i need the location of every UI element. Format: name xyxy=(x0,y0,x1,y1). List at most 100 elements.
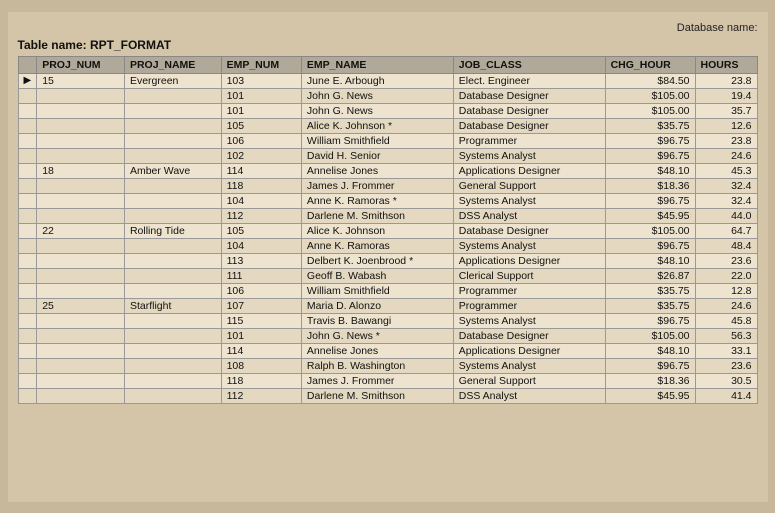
table-row: 113Delbert K. Joenbrood *Applications De… xyxy=(18,253,757,268)
emp-num-cell: 112 xyxy=(221,208,301,223)
emp-num-cell: 115 xyxy=(221,313,301,328)
emp-name-cell: Alice K. Johnson * xyxy=(301,118,453,133)
emp-name-cell: William Smithfield xyxy=(301,133,453,148)
chg-hour-header: CHG_HOUR xyxy=(605,56,695,73)
table-row: 105Alice K. Johnson *Database Designer$3… xyxy=(18,118,757,133)
job-class-cell: Database Designer xyxy=(453,88,605,103)
arrow-cell xyxy=(18,268,37,283)
hours-cell: 44.0 xyxy=(695,208,757,223)
table-row: 22Rolling Tide105Alice K. JohnsonDatabas… xyxy=(18,223,757,238)
proj-name-cell xyxy=(124,388,221,403)
job-class-cell: Systems Analyst xyxy=(453,148,605,163)
emp-num-cell: 105 xyxy=(221,223,301,238)
table-row: 101John G. News *Database Designer$105.0… xyxy=(18,328,757,343)
proj-name-cell: Amber Wave xyxy=(124,163,221,178)
emp-num-cell: 101 xyxy=(221,328,301,343)
table-row: 112Darlene M. SmithsonDSS Analyst$45.954… xyxy=(18,388,757,403)
emp-num-cell: 102 xyxy=(221,148,301,163)
job-class-cell: Clerical Support xyxy=(453,268,605,283)
emp-num-cell: 107 xyxy=(221,298,301,313)
arrow-cell xyxy=(18,148,37,163)
hours-cell: 48.4 xyxy=(695,238,757,253)
job-class-cell: General Support xyxy=(453,178,605,193)
proj-num-cell xyxy=(37,103,125,118)
chg-hour-cell: $96.75 xyxy=(605,238,695,253)
proj-name-cell xyxy=(124,268,221,283)
emp-name-cell: David H. Senior xyxy=(301,148,453,163)
job-class-cell: Elect. Engineer xyxy=(453,73,605,88)
emp-num-cell: 105 xyxy=(221,118,301,133)
table-row: 106William SmithfieldProgrammer$35.7512.… xyxy=(18,283,757,298)
proj-name-cell xyxy=(124,193,221,208)
arrow-cell xyxy=(18,223,37,238)
emp-num-cell: 104 xyxy=(221,193,301,208)
chg-hour-cell: $45.95 xyxy=(605,208,695,223)
proj-num-cell xyxy=(37,148,125,163)
emp-num-cell: 114 xyxy=(221,343,301,358)
hours-cell: 64.7 xyxy=(695,223,757,238)
arrow-cell xyxy=(18,343,37,358)
proj-num-cell xyxy=(37,388,125,403)
hours-cell: 45.3 xyxy=(695,163,757,178)
chg-hour-cell: $84.50 xyxy=(605,73,695,88)
arrow-cell xyxy=(18,328,37,343)
arrow-cell xyxy=(18,283,37,298)
proj-name-cell xyxy=(124,148,221,163)
table-body: ▶15Evergreen103June E. ArboughElect. Eng… xyxy=(18,73,757,403)
emp-num-cell: 111 xyxy=(221,268,301,283)
table-row: 101John G. NewsDatabase Designer$105.001… xyxy=(18,88,757,103)
emp-num-header: EMP_NUM xyxy=(221,56,301,73)
table-row: 115Travis B. BawangiSystems Analyst$96.7… xyxy=(18,313,757,328)
table-row: 112Darlene M. SmithsonDSS Analyst$45.954… xyxy=(18,208,757,223)
emp-name-cell: William Smithfield xyxy=(301,283,453,298)
job-class-cell: Database Designer xyxy=(453,118,605,133)
proj-num-cell xyxy=(37,343,125,358)
emp-name-cell: Annelise Jones xyxy=(301,343,453,358)
emp-num-cell: 101 xyxy=(221,103,301,118)
proj-num-cell xyxy=(37,193,125,208)
chg-hour-cell: $35.75 xyxy=(605,298,695,313)
emp-name-cell: Geoff B. Wabash xyxy=(301,268,453,283)
hours-cell: 24.6 xyxy=(695,298,757,313)
emp-name-cell: Ralph B. Washington xyxy=(301,358,453,373)
table-header-row: PROJ_NUM PROJ_NAME EMP_NUM EMP_NAME JOB_… xyxy=(18,56,757,73)
chg-hour-cell: $48.10 xyxy=(605,253,695,268)
proj-num-cell: 15 xyxy=(37,73,125,88)
proj-name-cell xyxy=(124,358,221,373)
arrow-cell xyxy=(18,103,37,118)
job-class-cell: Systems Analyst xyxy=(453,313,605,328)
proj-name-cell xyxy=(124,373,221,388)
arrow-cell xyxy=(18,133,37,148)
emp-name-header: EMP_NAME xyxy=(301,56,453,73)
table-row: 104Anne K. Ramoras *Systems Analyst$96.7… xyxy=(18,193,757,208)
data-table: PROJ_NUM PROJ_NAME EMP_NUM EMP_NAME JOB_… xyxy=(18,56,758,404)
proj-num-cell xyxy=(37,238,125,253)
table-title: Table name: RPT_FORMAT xyxy=(18,38,758,52)
hours-cell: 35.7 xyxy=(695,103,757,118)
proj-name-cell xyxy=(124,343,221,358)
emp-num-cell: 113 xyxy=(221,253,301,268)
table-row: 118James J. FrommerGeneral Support$18.36… xyxy=(18,373,757,388)
proj-name-header: PROJ_NAME xyxy=(124,56,221,73)
job-class-cell: Applications Designer xyxy=(453,253,605,268)
chg-hour-cell: $35.75 xyxy=(605,283,695,298)
emp-num-cell: 118 xyxy=(221,373,301,388)
emp-num-cell: 108 xyxy=(221,358,301,373)
job-class-cell: Programmer xyxy=(453,133,605,148)
proj-num-cell xyxy=(37,208,125,223)
hours-cell: 24.6 xyxy=(695,148,757,163)
screen: Database name: Table name: RPT_FORMAT PR… xyxy=(8,12,768,502)
emp-name-cell: June E. Arbough xyxy=(301,73,453,88)
table-row: 111Geoff B. WabashClerical Support$26.87… xyxy=(18,268,757,283)
job-class-header: JOB_CLASS xyxy=(453,56,605,73)
job-class-cell: Database Designer xyxy=(453,103,605,118)
arrow-cell xyxy=(18,313,37,328)
arrow-cell xyxy=(18,358,37,373)
hours-cell: 19.4 xyxy=(695,88,757,103)
proj-num-cell xyxy=(37,133,125,148)
chg-hour-cell: $48.10 xyxy=(605,163,695,178)
job-class-cell: DSS Analyst xyxy=(453,388,605,403)
emp-name-cell: John G. News * xyxy=(301,328,453,343)
emp-name-cell: Maria D. Alonzo xyxy=(301,298,453,313)
hours-cell: 56.3 xyxy=(695,328,757,343)
